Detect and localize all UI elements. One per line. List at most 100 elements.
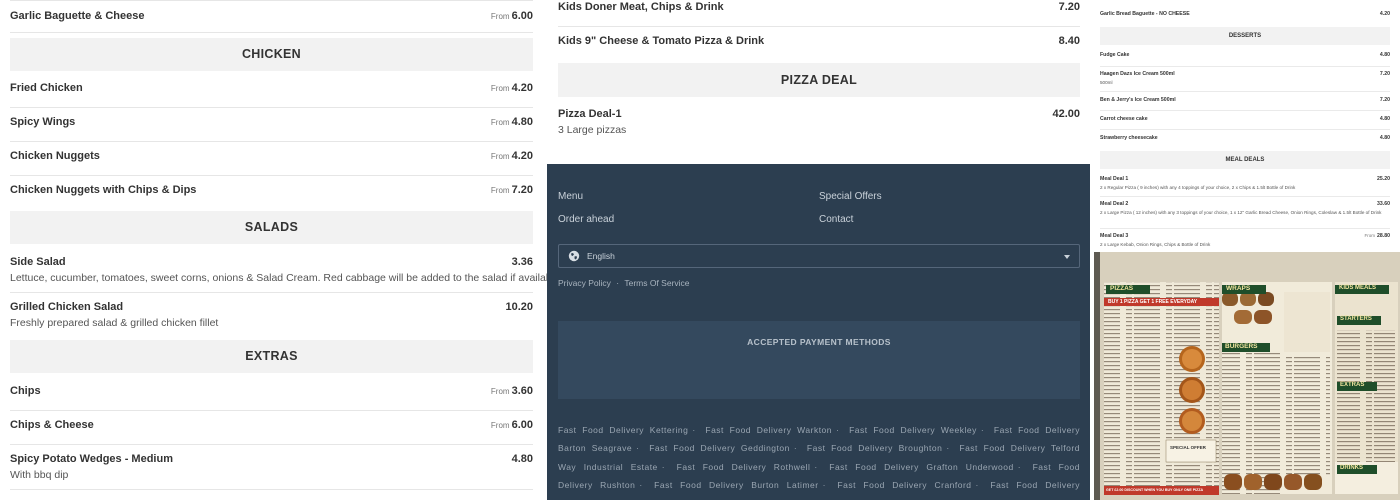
delivery-area-link[interactable]: Fast Food Delivery Weekley bbox=[849, 425, 977, 435]
item-price: 4.80 bbox=[1379, 52, 1390, 58]
menu-item[interactable]: Garlic Baguette & Cheese From 6.00 bbox=[10, 0, 533, 33]
menu-item[interactable]: Meal Deal 3 From 28.80 2 x Large Kebab, O… bbox=[1100, 232, 1390, 250]
menu-item[interactable]: Spicy Potato Wedges - Medium 4.80 With b… bbox=[10, 445, 533, 490]
divider bbox=[1100, 110, 1390, 111]
item-description: 500ml bbox=[1100, 80, 1113, 85]
menu-item[interactable]: Kids 9" Cheese & Tomato Pizza & Drink 8.… bbox=[558, 27, 1080, 57]
category-header-pizza-deal[interactable]: PIZZA DEAL bbox=[558, 63, 1080, 97]
link-separator: · bbox=[836, 425, 840, 435]
menu-item[interactable]: Spicy Wings From 4.80 bbox=[10, 108, 533, 142]
menu-item[interactable]: Meal Deal 2 33.60 2 x Large Pizza ( 12 i… bbox=[1100, 200, 1390, 228]
menu-photo-heading-starters: STARTERS bbox=[1340, 316, 1372, 322]
item-description: 3 Large pizzas bbox=[558, 124, 627, 136]
menu-item[interactable]: Ben & Jerry's Ice Cream 500ml 7.20 bbox=[1100, 96, 1390, 108]
delivery-area-link[interactable]: Fast Food Delivery Kettering bbox=[558, 425, 688, 435]
delivery-area-link[interactable]: Fast Food Delivery Geddington bbox=[649, 443, 790, 453]
menu-item[interactable]: Fudge Cake 4.80 bbox=[1100, 51, 1390, 63]
menu-item[interactable]: Chips & Cheese From 6.00 bbox=[10, 411, 533, 445]
price-value: 3.60 bbox=[511, 385, 533, 397]
price-value: 6.00 bbox=[511, 10, 533, 22]
delivery-area-link[interactable]: Fast Food Delivery Rothwell bbox=[677, 462, 811, 472]
item-price: 8.40 bbox=[1058, 35, 1080, 47]
menu-photo-special-offer: SPECIAL OFFER bbox=[1170, 445, 1206, 450]
payment-methods-title: ACCEPTED PAYMENT METHODS bbox=[747, 337, 891, 347]
link-separator: · bbox=[975, 479, 979, 490]
price-from-label: From bbox=[490, 84, 510, 93]
category-header-desserts[interactable]: DESSERTS bbox=[1100, 27, 1390, 45]
delivery-area-link[interactable]: Fast Food Delivery Burton Latimer bbox=[654, 480, 818, 490]
menu-item[interactable]: Pizza Deal-1 42.00 3 Large pizzas bbox=[558, 97, 1080, 147]
delivery-area-link[interactable]: Fast Food Delivery Warkton bbox=[705, 425, 832, 435]
item-name: Chicken Nuggets with Chips & Dips bbox=[10, 184, 197, 196]
link-separator: · bbox=[661, 461, 666, 472]
item-price: 4.20 bbox=[1379, 11, 1390, 17]
item-name: Carrot cheese cake bbox=[1100, 116, 1148, 122]
item-name: Strawberry cheesecake bbox=[1100, 135, 1158, 141]
item-name: Chips & Cheese bbox=[10, 419, 94, 431]
price-value: 28.80 bbox=[1377, 233, 1390, 239]
category-header-meal-deals[interactable]: MEAL DEALS bbox=[1100, 151, 1390, 169]
menu-item[interactable]: Grilled Chicken Salad 10.20 Freshly prep… bbox=[10, 293, 533, 340]
menu-item[interactable]: Strawberry cheesecake 4.80 bbox=[1100, 134, 1390, 146]
link-separator: · bbox=[692, 425, 696, 435]
menu-photo-heading-kids-meals: KIDS MEALS bbox=[1339, 285, 1377, 291]
price-value: 4.20 bbox=[511, 150, 533, 162]
item-price: 4.80 bbox=[1379, 116, 1390, 122]
category-header-extras[interactable]: EXTRAS bbox=[10, 340, 533, 373]
footer-link-contact[interactable]: Contact bbox=[819, 214, 853, 225]
item-name: Chicken Nuggets bbox=[10, 150, 100, 162]
menu-photo-heading-wraps: WRAPS bbox=[1226, 285, 1251, 292]
menu-item[interactable]: Garlic Bread Baguette - NO CHEESE 4.20 bbox=[1100, 10, 1390, 20]
item-name: Meal Deal 2 bbox=[1100, 201, 1129, 207]
category-header-salads[interactable]: SALADS bbox=[10, 211, 533, 244]
menu-item[interactable]: Kids Doner Meat, Chips & Drink 7.20 bbox=[558, 0, 1080, 26]
item-name: Spicy Potato Wedges - Medium bbox=[10, 453, 173, 465]
menu-panel-right: Garlic Bread Baguette - NO CHEESE 4.20 D… bbox=[1094, 0, 1400, 500]
menu-photo-heading-pizzas: PIZZAS bbox=[1110, 285, 1134, 292]
footer-link-special-offers[interactable]: Special Offers bbox=[819, 191, 882, 202]
delivery-area-link[interactable]: Fast Food Delivery Broughton bbox=[807, 443, 942, 453]
price-from-label: From bbox=[490, 421, 510, 430]
item-name: Fudge Cake bbox=[1100, 52, 1130, 58]
menu-item[interactable]: Haagen Dazs Ice Cream 500ml 7.20 500ml bbox=[1100, 70, 1390, 90]
item-name: Kids 9" Cheese & Tomato Pizza & Drink bbox=[558, 35, 765, 47]
menu-item[interactable]: Fried Chicken From 4.20 bbox=[10, 71, 533, 108]
price-from-label: From bbox=[490, 186, 510, 195]
item-price: 33.60 bbox=[1377, 201, 1390, 207]
item-name: Chips bbox=[10, 385, 41, 397]
site-footer: Menu Order ahead Special Offers Contact … bbox=[547, 164, 1090, 500]
terms-of-service-link[interactable]: Terms Of Service bbox=[624, 278, 689, 288]
footer-link-menu[interactable]: Menu bbox=[558, 191, 583, 202]
item-price: 7.20 bbox=[1058, 1, 1080, 13]
link-separator: · bbox=[636, 443, 640, 454]
menu-photo[interactable]: PIZZAS WRAPS KIDS MEALS BURGERS STARTERS… bbox=[1094, 252, 1400, 500]
page: Garlic Baguette & Cheese From 6.00 CHICKE… bbox=[0, 0, 1400, 500]
item-name: Grilled Chicken Salad bbox=[10, 301, 124, 313]
footer-link-order-ahead[interactable]: Order ahead bbox=[558, 214, 614, 225]
item-description: Freshly prepared salad & grilled chicken… bbox=[10, 317, 219, 329]
menu-item[interactable]: Chips From 3.60 bbox=[10, 374, 533, 411]
menu-item[interactable]: Chicken Nuggets with Chips & Dips From 7.… bbox=[10, 176, 533, 210]
privacy-policy-link[interactable]: Privacy Policy bbox=[558, 278, 611, 288]
item-price: From 6.00 bbox=[491, 419, 533, 431]
item-price: From 7.20 bbox=[491, 184, 533, 196]
item-price: 10.20 bbox=[505, 301, 533, 313]
category-header-chicken[interactable]: CHICKEN bbox=[10, 38, 533, 71]
item-price: From 4.80 bbox=[491, 116, 533, 128]
menu-item[interactable]: Side Salad 3.36 Lettuce, cucumber, tomat… bbox=[10, 245, 547, 293]
item-name: Meal Deal 1 bbox=[1100, 176, 1129, 182]
price-value: 6.00 bbox=[511, 419, 533, 431]
menu-item[interactable]: Chicken Nuggets From 4.20 bbox=[10, 142, 533, 176]
item-name: Kids Doner Meat, Chips & Drink bbox=[558, 1, 724, 13]
language-value: English bbox=[587, 251, 615, 261]
link-separator: · bbox=[793, 443, 798, 454]
price-from-label: From bbox=[490, 118, 510, 127]
delivery-area-link[interactable]: Fast Food Delivery Grafton Underwood bbox=[829, 462, 1013, 472]
link-separator: · bbox=[822, 479, 826, 490]
menu-photo-heading-drinks: DRINKS bbox=[1340, 465, 1364, 471]
menu-item[interactable]: Carrot cheese cake 4.80 bbox=[1100, 115, 1390, 127]
delivery-area-link[interactable]: Fast Food Delivery Cranford bbox=[837, 480, 971, 490]
chevron-down-icon bbox=[1064, 255, 1070, 259]
language-select[interactable]: English bbox=[558, 244, 1080, 268]
menu-item[interactable]: Meal Deal 1 25.20 2 x Regular Pizza ( 9 … bbox=[1100, 175, 1390, 195]
